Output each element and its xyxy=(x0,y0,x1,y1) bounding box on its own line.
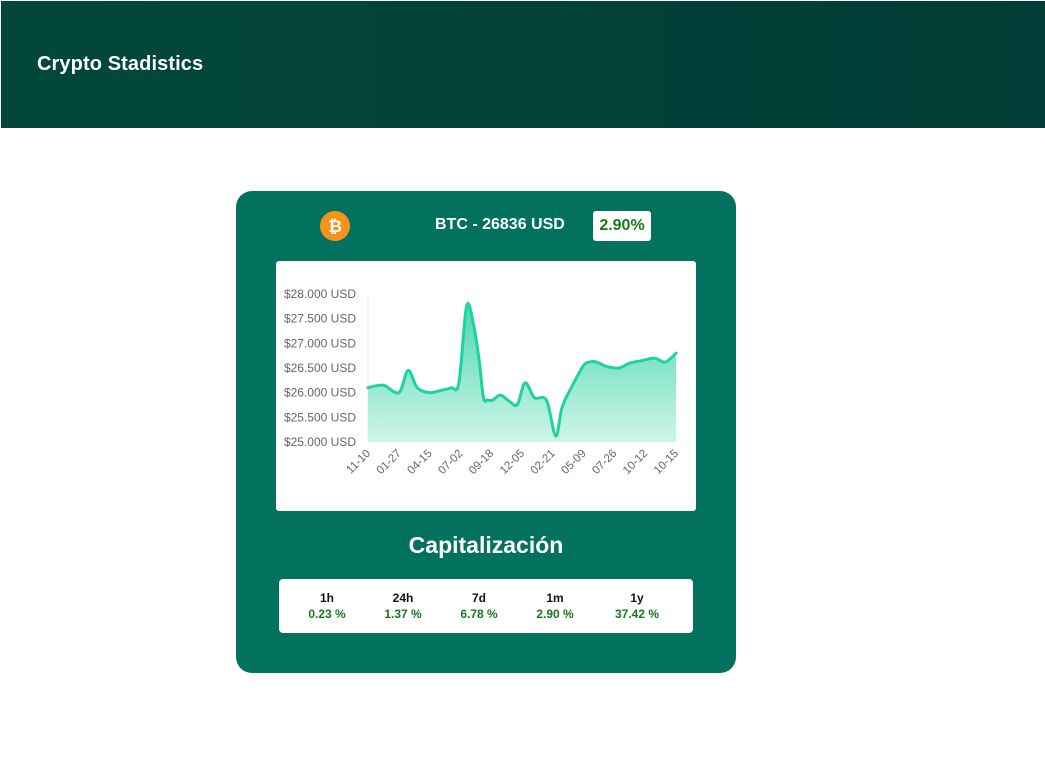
capitalization-stats: 1h 0.23 % 24h 1.37 % 7d 6.78 % 1m 2.90 %… xyxy=(279,579,693,633)
stat-label: 24h xyxy=(392,591,414,605)
price-area xyxy=(368,303,676,442)
stat-1h: 1h 0.23 % xyxy=(292,591,362,621)
stat-label: 1y xyxy=(630,591,644,605)
x-tick-label: 04-15 xyxy=(405,448,434,477)
y-tick-label: $25.500 USD xyxy=(284,410,356,424)
x-tick-label: 10-12 xyxy=(621,448,650,477)
stat-value: 6.78 % xyxy=(460,607,498,621)
stat-value: 37.42 % xyxy=(614,607,660,621)
x-tick-label: 09-18 xyxy=(467,448,496,477)
price-chart-svg: $28.000 USD $27.500 USD $27.000 USD $26.500… xyxy=(284,287,681,477)
app-title: Crypto Stadistics xyxy=(37,53,204,75)
y-tick-label: $26.000 USD xyxy=(284,386,356,400)
svg-text:₿: ₿ xyxy=(328,217,342,236)
stat-value: 1.37 % xyxy=(384,607,422,621)
x-tick-label: 07-02 xyxy=(436,448,465,477)
x-tick-label: 12-05 xyxy=(498,448,527,477)
stat-1m: 1m 2.90 % xyxy=(520,591,590,621)
x-tick-label: 10-15 xyxy=(652,448,681,477)
change-badge: 2.90% xyxy=(593,211,651,241)
app-header: Crypto Stadistics xyxy=(1,1,1045,128)
y-tick-label: $25.000 USD xyxy=(284,435,356,449)
x-tick-label: 05-09 xyxy=(559,448,588,477)
y-tick-label: $28.000 USD xyxy=(284,287,356,301)
stat-7d: 7d 6.78 % xyxy=(444,591,514,621)
stat-label: 1h xyxy=(319,591,334,605)
stat-1y: 1y 37.42 % xyxy=(602,591,672,621)
price-chart: $28.000 USD $27.500 USD $27.000 USD $26.500… xyxy=(276,261,696,511)
stat-value: 2.90 % xyxy=(536,607,574,621)
x-tick-label: 07-26 xyxy=(590,448,619,477)
stat-value: 0.23 % xyxy=(308,607,346,621)
x-tick-label: 01-27 xyxy=(375,448,404,477)
stat-label: 7d xyxy=(471,591,486,605)
bitcoin-icon: ₿ xyxy=(320,211,350,241)
capitalization-title: Capitalización xyxy=(408,532,564,558)
y-tick-label: $27.500 USD xyxy=(284,312,356,326)
y-tick-label: $27.000 USD xyxy=(284,336,356,350)
stat-24h: 24h 1.37 % xyxy=(368,591,438,621)
x-tick-label: 11-10 xyxy=(344,448,373,477)
y-tick-label: $26.500 USD xyxy=(284,361,356,375)
x-tick-label: 02-21 xyxy=(529,448,558,477)
stat-label: 1m xyxy=(546,591,564,605)
coin-card: ₿ BTC - 26836 USD 2.90% $28.000 USD $27.5… xyxy=(236,191,736,673)
price-label: BTC - 26836 USD xyxy=(435,216,565,233)
